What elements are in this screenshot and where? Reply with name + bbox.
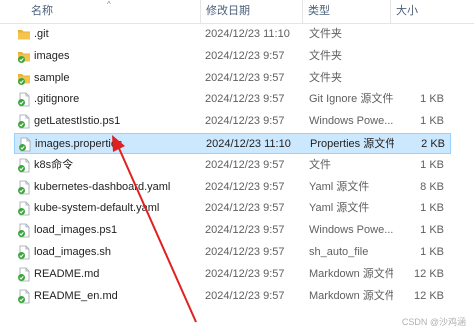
sync-status-badge (18, 55, 25, 63)
column-header-name[interactable]: 名称 (26, 0, 196, 23)
file-name: load_images.ps1 (34, 224, 118, 237)
file-modified-date: 2024/12/23 9:57 (205, 158, 285, 171)
file-name: images (34, 49, 70, 62)
synced-folder-icon (18, 51, 30, 63)
file-size: 1 KB (420, 93, 444, 106)
synced-file-icon (18, 92, 30, 107)
file-modified-date: 2024/12/23 9:57 (205, 93, 285, 106)
file-size: 12 KB (414, 267, 444, 280)
file-name: README_en.md (34, 289, 118, 302)
watermark: CSDN @沙鸡涵 (401, 317, 466, 327)
file-size: 2 KB (421, 138, 445, 150)
file-modified-date: 2024/12/23 11:10 (206, 138, 291, 150)
file-modified-date: 2024/12/23 9:57 (205, 180, 285, 193)
file-type: sh_auto_file (309, 246, 369, 258)
column-header-date[interactable]: 修改日期 (200, 0, 300, 23)
file-size: 1 KB (420, 158, 444, 171)
synced-file-icon (19, 137, 31, 152)
sort-ascending-icon: ^ (107, 0, 111, 9)
file-modified-date: 2024/12/23 9:57 (205, 71, 285, 84)
file-type: Yaml 源文件 (309, 202, 370, 215)
column-header-bar: 名称 ^ 修改日期 类型 大小 (0, 0, 474, 24)
file-row-selected[interactable]: images.properties 2024/12/23 11:10 Propert… (14, 133, 451, 154)
file-type: Windows Powe... (309, 224, 393, 237)
file-size: 1 KB (420, 224, 444, 237)
file-row[interactable]: images 2024/12/23 9:57 文件夹 (14, 46, 451, 67)
file-type: Properties 源文件 (310, 138, 394, 150)
file-name: README.md (34, 267, 100, 280)
sync-status-badge (18, 164, 25, 172)
file-name: images.properties (35, 138, 123, 150)
file-row[interactable]: README_en.md 2024/12/23 9:57 Markdown 源文件 1… (14, 286, 451, 307)
sync-status-badge (18, 99, 25, 107)
sync-status-badge (18, 295, 25, 303)
column-header-type[interactable]: 类型 (302, 0, 388, 23)
file-type: 文件夹 (309, 28, 342, 40)
folder-icon (18, 30, 30, 40)
synced-folder-icon (18, 73, 30, 85)
file-row[interactable]: getLatestIstio.ps1 2024/12/23 9:57 Windows… (14, 111, 451, 132)
file-modified-date: 2024/12/23 9:57 (205, 202, 285, 215)
file-size: 1 KB (420, 246, 444, 258)
file-row[interactable]: kubernetes-dashboard.yaml 2024/12/23 9:57… (14, 177, 451, 198)
file-size: 12 KB (414, 289, 444, 302)
sync-status-badge (19, 144, 26, 151)
sync-status-badge (18, 186, 25, 194)
file-row[interactable]: .gitignore 2024/12/23 9:57 Git Ignore 源文件 1… (14, 89, 451, 110)
file-type: Markdown 源文件 (309, 289, 393, 302)
file-modified-date: 2024/12/23 9:57 (205, 289, 285, 302)
file-modified-date: 2024/12/23 9:57 (205, 267, 285, 280)
column-header-size[interactable]: 大小 (390, 0, 474, 23)
synced-file-icon (18, 201, 30, 216)
file-row[interactable]: sample 2024/12/23 9:57 文件夹 (14, 68, 451, 89)
file-modified-date: 2024/12/23 9:57 (205, 49, 285, 62)
file-type: 文件 (309, 158, 331, 171)
file-name: .gitignore (34, 93, 80, 106)
file-row[interactable]: .git 2024/12/23 11:10 文件夹 (14, 24, 451, 45)
file-size: 1 KB (420, 115, 444, 128)
synced-file-icon (18, 158, 30, 173)
file-type: Windows Powe... (309, 115, 393, 128)
sync-status-badge (18, 273, 25, 281)
file-row[interactable]: load_images.sh 2024/12/23 9:57 sh_auto_fil… (14, 242, 451, 263)
file-modified-date: 2024/12/23 9:57 (205, 246, 285, 258)
synced-file-icon (18, 245, 30, 260)
file-name: getLatestIstio.ps1 (34, 115, 121, 128)
file-size: 1 KB (420, 202, 444, 215)
file-size: 8 KB (420, 180, 444, 193)
sync-status-badge (18, 77, 25, 85)
sync-status-badge (18, 230, 25, 238)
file-row[interactable]: load_images.ps1 2024/12/23 9:57 Windows Po… (14, 220, 451, 241)
file-name: k8s命令 (34, 158, 74, 171)
file-size (404, 24, 444, 45)
sync-status-badge (18, 208, 25, 216)
synced-file-icon (18, 180, 30, 194)
file-row[interactable]: k8s命令 2024/12/23 9:57 文件 1 KB (14, 155, 451, 176)
file-modified-date: 2024/12/23 11:10 (205, 28, 290, 40)
file-modified-date: 2024/12/23 9:57 (205, 224, 285, 237)
file-type: Markdown 源文件 (309, 267, 393, 280)
file-size (404, 46, 444, 67)
synced-file-icon (18, 223, 30, 238)
file-name: .git (34, 28, 49, 40)
file-name: kube-system-default.yaml (34, 202, 160, 215)
file-type: Yaml 源文件 (309, 180, 370, 193)
file-size (404, 68, 444, 89)
sync-status-badge (18, 121, 25, 129)
synced-file-icon (18, 114, 30, 129)
file-modified-date: 2024/12/23 9:57 (205, 115, 285, 128)
synced-file-icon (18, 289, 30, 303)
file-name: load_images.sh (34, 246, 112, 258)
synced-file-icon (18, 267, 30, 282)
file-type: Git Ignore 源文件 (309, 93, 393, 106)
file-type: 文件夹 (309, 71, 342, 84)
file-row[interactable]: README.md 2024/12/23 9:57 Markdown 源文件 12 K… (14, 264, 451, 285)
file-name: kubernetes-dashboard.yaml (34, 180, 171, 193)
sync-status-badge (18, 252, 25, 259)
file-row[interactable]: kube-system-default.yaml 2024/12/23 9:57 Y… (14, 198, 451, 219)
file-name: sample (34, 71, 70, 84)
file-type: 文件夹 (309, 49, 342, 62)
